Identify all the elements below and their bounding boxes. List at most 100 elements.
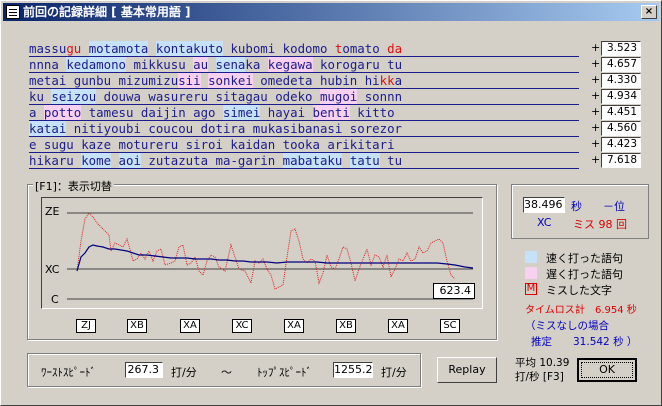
average-speed-line2: 打/秒 [F3] — [515, 371, 564, 383]
miss-count: ミス 98 回 — [573, 218, 627, 231]
worst-speed-unit: 打/分 — [171, 366, 197, 379]
fast-word: kontakuto — [155, 41, 223, 56]
typed-text — [208, 57, 215, 72]
typed-text — [342, 153, 349, 168]
typed-line: ku seizou douwa wasureru sitagau odeko m… — [29, 89, 579, 105]
y-label-c: C — [51, 293, 59, 306]
plus-sign: + — [591, 57, 601, 70]
plus-sign: + — [591, 89, 601, 102]
legend-miss: ミスした文字 — [546, 284, 612, 297]
line-score: +4.451 — [591, 105, 643, 120]
slow-word: potto — [43, 105, 82, 120]
line-score: +4.423 — [591, 137, 643, 152]
line-score: +3.523 — [591, 41, 643, 56]
miss-chars: gu — [66, 41, 82, 56]
line-score-value: 3.523 — [601, 41, 641, 56]
line-score-value: 4.330 — [601, 73, 641, 88]
plus-sign: + — [591, 41, 601, 54]
y-label-ze: ZE — [45, 205, 60, 218]
worst-speed-label: ﾜｰｽﾄｽﾋﾟｰﾄﾞ — [41, 366, 96, 379]
level-tag: XB — [127, 319, 147, 333]
fast-word: mabataku — [282, 153, 343, 168]
typed-text: omato — [342, 41, 388, 56]
slow-word: kegawa — [267, 57, 313, 72]
time-unit: 秒 — [571, 200, 582, 213]
typed-text: korogaru tu — [312, 57, 403, 72]
slow-word: au — [193, 57, 209, 72]
fast-word: seizou — [51, 89, 97, 104]
line-score: +4.330 — [591, 73, 643, 88]
close-button[interactable]: × — [641, 5, 657, 19]
plus-sign: + — [591, 105, 601, 118]
slow-word: sii — [178, 73, 201, 88]
average-speed-line — [76, 244, 474, 272]
instant-speed-line — [76, 212, 456, 290]
fast-word: aoi — [118, 153, 141, 168]
typed-text: zutazuta ma-garin — [140, 153, 283, 168]
top-speed-value: 1255.2 — [333, 362, 373, 378]
typed-text: ku — [29, 89, 52, 104]
legend-slow: 遅く打った語句 — [546, 268, 623, 281]
typed-line: a potto tamesu daijin ago simei hayai be… — [29, 105, 579, 121]
slow-word: mugoi — [319, 89, 358, 104]
typed-line: nnna kedamono mikkusu au senaka kegawa k… — [29, 57, 579, 73]
level-tag: ZJ — [76, 319, 96, 333]
level-tag: SC — [440, 319, 460, 333]
line-score: +7.618 — [591, 153, 643, 168]
typed-text: hikaru — [29, 153, 82, 168]
plus-sign: + — [591, 121, 601, 134]
level-tag: XB — [336, 319, 356, 333]
typed-text — [260, 57, 267, 72]
line-score-value: 4.560 — [601, 121, 641, 136]
typed-text: nnna — [29, 57, 67, 72]
replay-button[interactable]: Replay — [437, 357, 497, 383]
nomiss-label: （ミスなしの場合 — [525, 320, 609, 332]
fast-word: kedamono — [66, 57, 126, 72]
typed-line: metai gunbu mizumizusii sonkei omedeta h… — [29, 73, 579, 89]
fast-word: tatu — [349, 153, 380, 168]
line-score-value: 4.657 — [601, 57, 641, 72]
fast-word: katai — [29, 121, 67, 136]
level-tag: XA — [180, 319, 200, 333]
title-bar[interactable]: 前回の記録詳細 [ 基本常用語 ] × — [3, 3, 659, 21]
typed-text: omedeta hubin hi — [252, 73, 380, 88]
typed-text: e sugu kaze motureru siroi kaidan tooka … — [29, 137, 395, 152]
line-score: +4.934 — [591, 89, 643, 104]
typed-line: massugu motamota kontakuto kubomi kodomo… — [29, 41, 579, 57]
typed-text: a — [29, 105, 44, 120]
line-score-value: 4.451 — [601, 105, 641, 120]
slow-word: sonkei — [208, 73, 253, 88]
typed-text: metai gunbu mizumizu — [29, 73, 179, 88]
line-score-value: 4.934 — [601, 89, 641, 104]
miss-mark: M — [525, 283, 537, 295]
typed-text: kubomi kodomo — [223, 41, 335, 56]
plus-sign: + — [591, 137, 601, 150]
level-code: XC — [537, 216, 552, 229]
timeloss-value: 計 6.954 秒 — [575, 305, 637, 316]
typed-text — [81, 41, 88, 56]
typed-line: katai nitiyoubi coucou dotira mukasibana… — [29, 121, 579, 137]
fast-word: sena — [215, 57, 246, 72]
top-speed-label: ﾄｯﾌﾟｽﾋﾟｰﾄﾞ — [257, 366, 312, 379]
rank-text: －位 — [603, 200, 625, 213]
typed-line: e sugu kaze motureru siroi kaidan tooka … — [29, 137, 579, 153]
typed-text: hayai — [260, 105, 313, 120]
typed-text: tamesu daijin ago — [81, 105, 223, 120]
slow-swatch — [525, 267, 537, 279]
level-tag: XC — [232, 319, 252, 333]
level-tag: XA — [284, 319, 304, 333]
fast-word: simei — [222, 105, 261, 120]
plus-sign: + — [591, 153, 601, 166]
typed-text: mikkusu — [126, 57, 194, 72]
typed-text: sonnn — [357, 89, 403, 104]
ok-button[interactable]: OK — [577, 358, 637, 382]
typed-text: tu — [379, 153, 403, 168]
typed-text: kitto — [349, 105, 395, 120]
nomiss-estimate: 推定 31.542 秒 ） — [531, 336, 638, 348]
y-label-xc: XC — [45, 263, 60, 276]
line-score-value: 4.423 — [601, 137, 641, 152]
legend-fast: 速く打った語句 — [546, 252, 623, 265]
plus-sign: + — [591, 73, 601, 86]
graph-group-label[interactable]: [F1]：表示切替 — [33, 178, 114, 194]
timeloss-label: タイムロス — [525, 305, 575, 316]
